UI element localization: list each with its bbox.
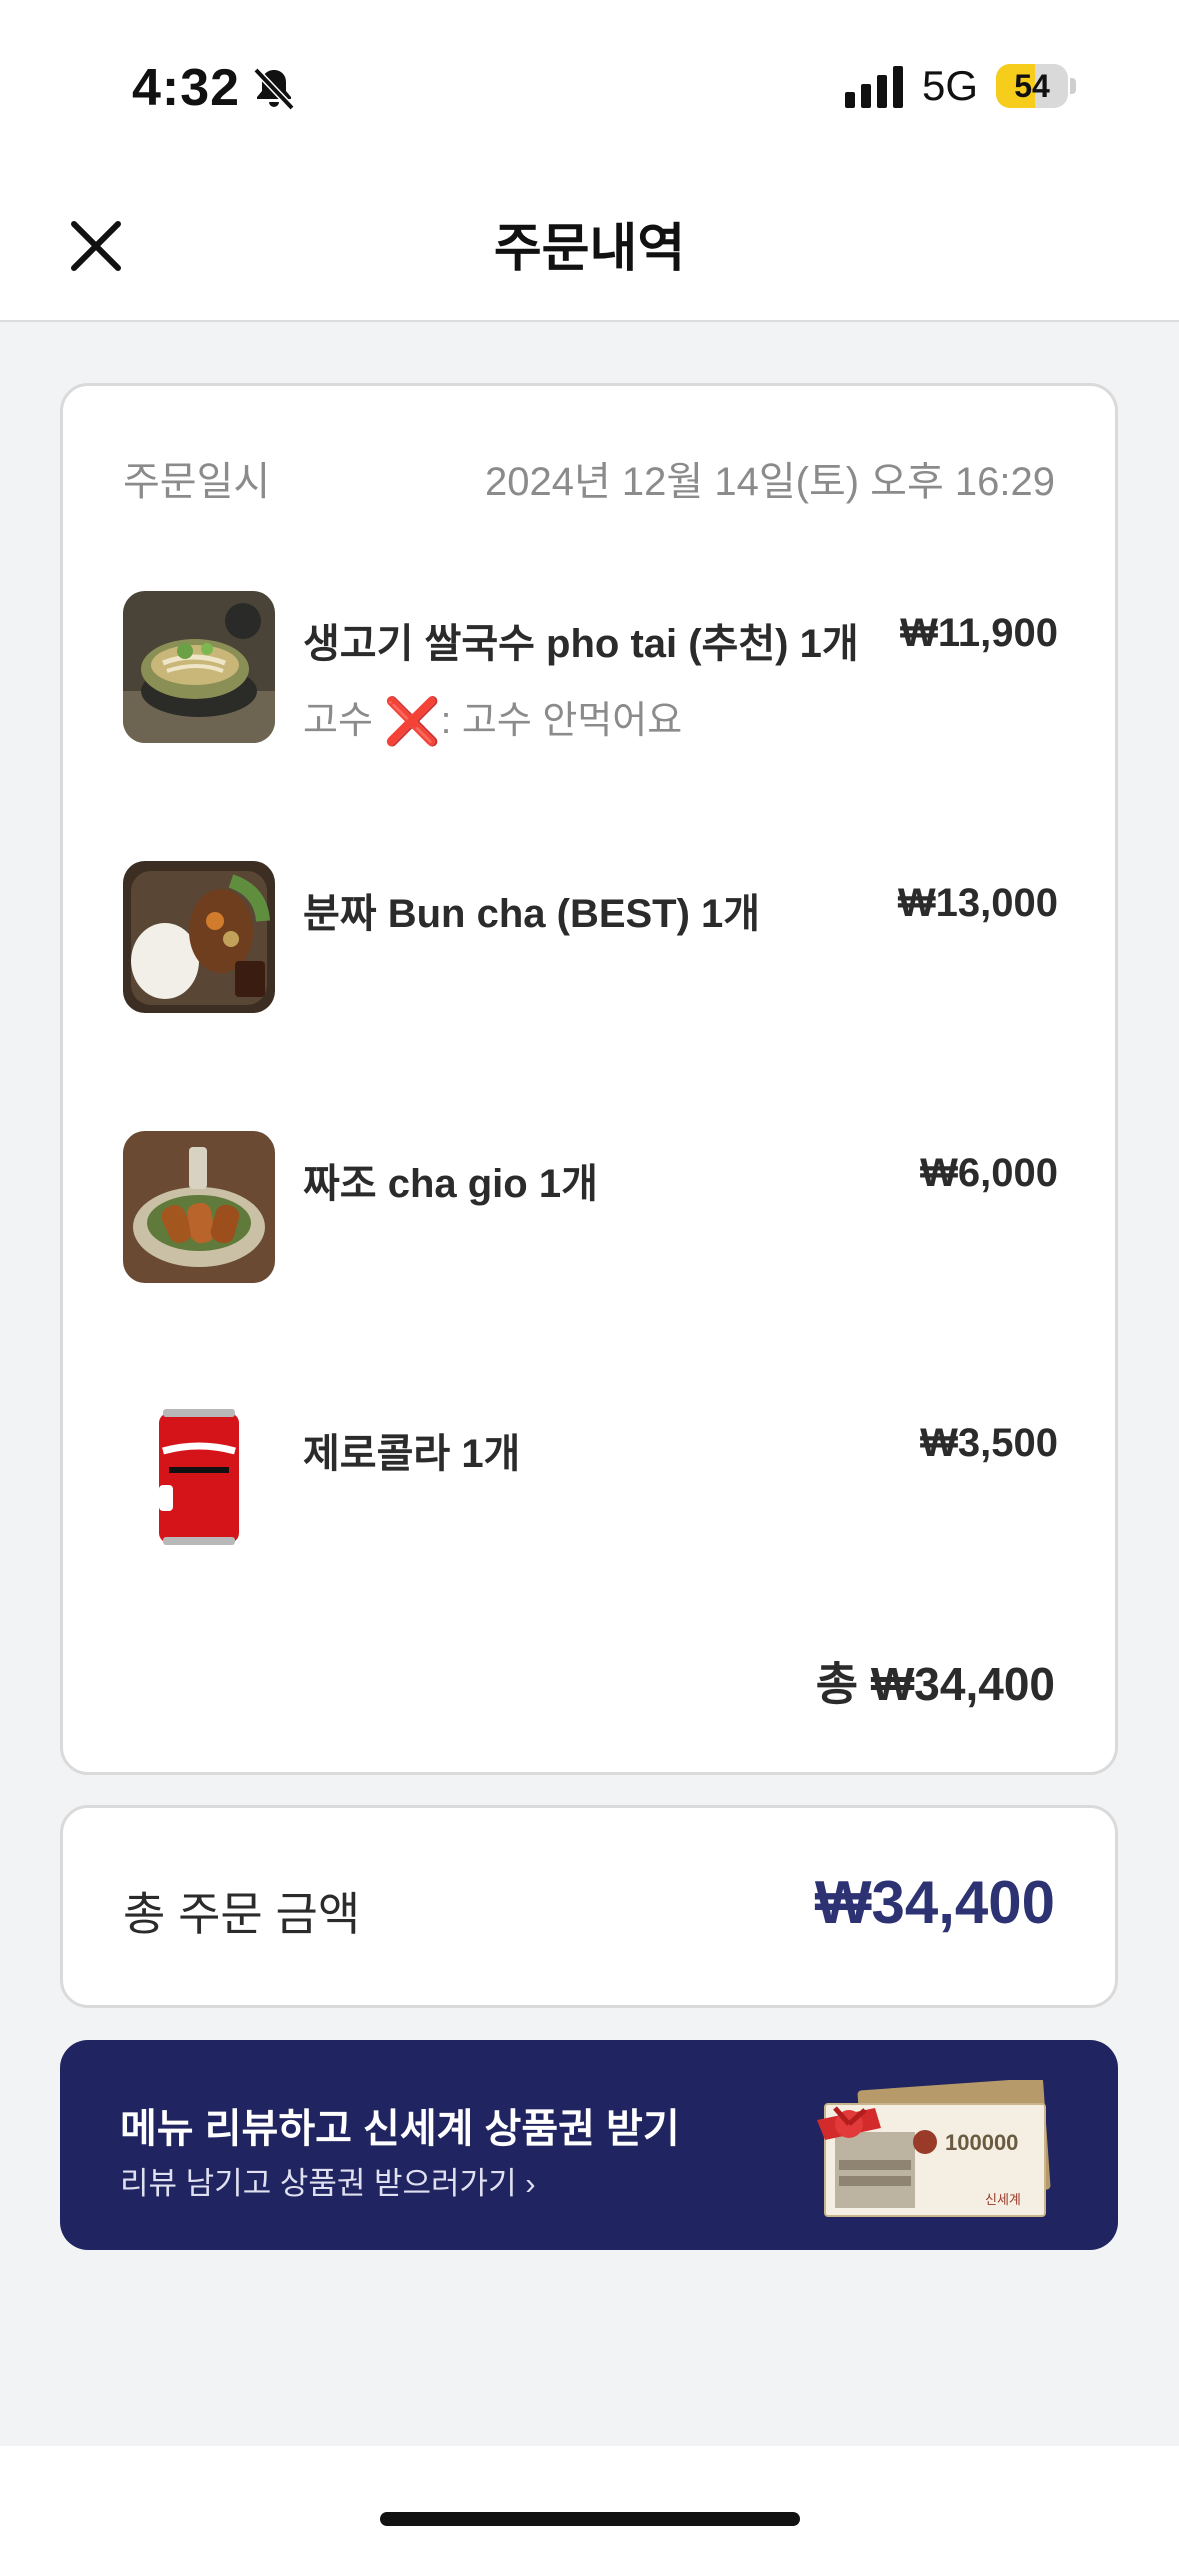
order-total-line: 총 ₩34,400 [815,1658,1055,1710]
battery-level: 54 [1014,68,1050,104]
item-price: ₩3,500 [920,1421,1058,1465]
item-name: 제로콜라 1개 [303,1432,521,1476]
status-time: 4:32 [132,59,241,117]
order-date-label: 주문일시 [123,460,271,504]
nav-bar: 주문내역 [0,170,1179,322]
order-details-card: 주문일시 2024년 12월 14일(토) 오후 16:29 생고기 쌀국수 p… [60,383,1118,1775]
bun-cha-thumbnail [123,861,275,1013]
review-voucher-banner[interactable]: 메뉴 리뷰하고 신세계 상품권 받기 리뷰 남기고 상품권 받으러가기 › 10… [60,2040,1118,2250]
network-label: 5G [922,62,979,109]
item-price: ₩13,000 [897,881,1058,925]
item-name: 생고기 쌀국수 pho tai (추천) 1개 [303,622,859,666]
item-option: 고수 ❌: 고수 안먹어요 [303,689,682,749]
item-option-prefix: 고수 [303,700,384,742]
signal-bars-icon [845,66,903,108]
bottom-bar [0,2446,1179,2556]
order-item: 생고기 쌀국수 pho tai (추천) 1개 ₩11,900 고수 ❌: 고수… [123,591,1058,751]
total-amount-value: ₩34,400 [814,1869,1055,1936]
banner-title: 메뉴 리뷰하고 신세계 상품권 받기 [120,2107,680,2151]
item-option-text: : 고수 안먹어요 [440,700,683,742]
zero-cola-thumbnail [123,1401,275,1553]
gift-voucher-icon: 100000 신세계 [817,2080,1051,2217]
order-date-value: 2024년 12월 14일(토) 오후 16:29 [485,460,1055,504]
item-price: ₩6,000 [920,1151,1058,1195]
page-title: 주문내역 [493,220,686,278]
pho-thumbnail [123,591,275,743]
voucher-amount: 100000 [945,2130,1018,2155]
voucher-brand: 신세계 [985,2193,1021,2208]
home-indicator[interactable] [380,2512,800,2526]
total-amount-card: 총 주문 금액 ₩34,400 [60,1805,1118,2008]
banner-subtitle-link[interactable]: 리뷰 남기고 상품권 받으러가기 › [120,2158,536,2203]
cha-gio-thumbnail [123,1131,275,1283]
status-bar: 4:32 5G 54 [0,0,1179,170]
order-item: 제로콜라 1개 ₩3,500 [123,1401,1058,1561]
item-name: 분짜 Bun cha (BEST) 1개 [303,892,761,936]
item-price: ₩11,900 [900,611,1058,655]
total-amount-label: 총 주문 금액 [123,1888,361,1940]
cross-mark-icon: ❌ [383,695,441,747]
order-item: 짜조 cha gio 1개 ₩6,000 [123,1131,1058,1291]
bell-muted-icon [253,67,295,111]
order-item: 분짜 Bun cha (BEST) 1개 ₩13,000 [123,861,1058,1021]
battery-icon: 54 [996,64,1076,108]
item-name: 짜조 cha gio 1개 [303,1162,598,1206]
